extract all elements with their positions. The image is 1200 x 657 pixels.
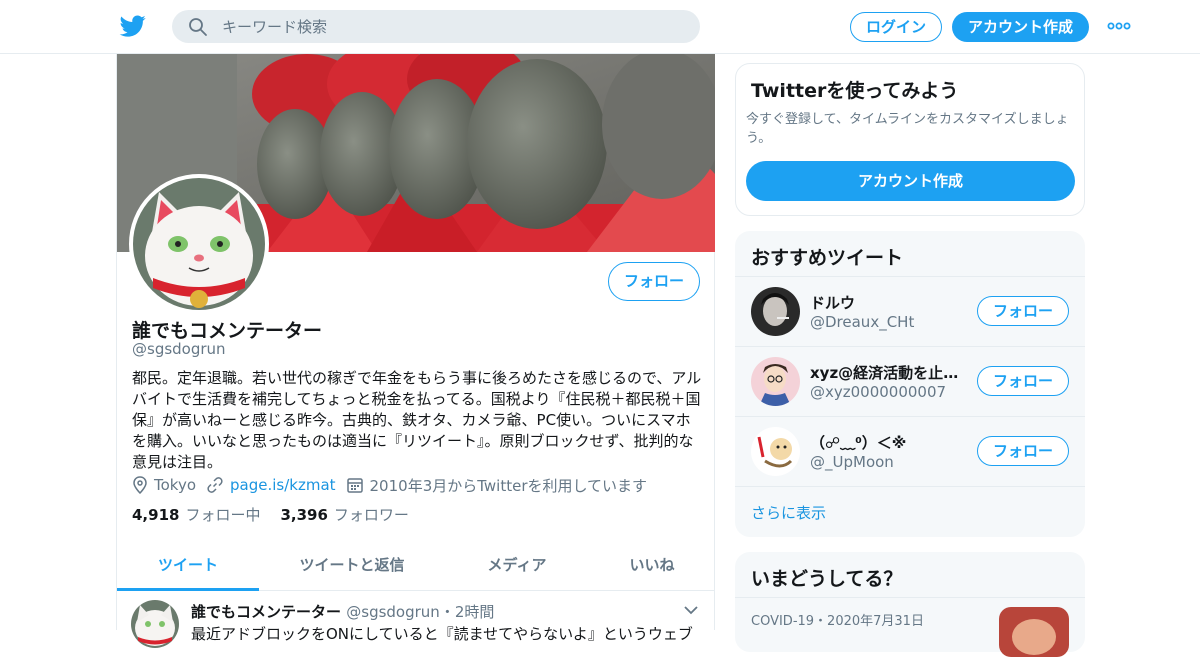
tab-likes[interactable]: いいね <box>589 542 715 591</box>
recommended-account-row[interactable]: ドルウ @Dreaux_CHt フォロー <box>735 276 1085 346</box>
signup-button[interactable]: アカウント作成 <box>952 12 1089 42</box>
follow-button[interactable]: フォロー <box>977 296 1069 326</box>
recommended-name[interactable]: xyz@経済活動を止めるな <box>810 362 970 383</box>
divider <box>735 486 1085 487</box>
recommended-account-row[interactable]: xyz@経済活動を止めるな @xyz0000000007 フォロー <box>735 346 1085 416</box>
search-input[interactable] <box>222 10 682 43</box>
signup-card: Twitterを使ってみよう 今すぐ登録して、タイムラインをカスタマイズしましょ… <box>735 63 1085 216</box>
recommended-name[interactable]: ドルウ <box>810 292 970 313</box>
user-avatar-image <box>751 357 800 406</box>
lucky-cat-avatar-image <box>131 600 179 648</box>
recommended-avatar[interactable] <box>751 287 800 336</box>
follow-button[interactable]: フォロー <box>977 436 1069 466</box>
profile-avatar[interactable] <box>129 174 269 314</box>
trend-item-meta[interactable]: COVID-19・2020年7月31日 <box>751 610 924 629</box>
location-text: Tokyo <box>154 476 196 494</box>
joined-item: 2010年3月からTwitterを利用しています <box>346 475 648 496</box>
tab-media[interactable]: メディア <box>445 542 589 591</box>
followers-count: 3,396 <box>280 506 328 524</box>
following-stat[interactable]: 4,918 フォロー中 <box>132 504 260 525</box>
profile-handle: @sgsdogrun <box>132 340 226 358</box>
recommended-handle: @Dreaux_CHt <box>810 313 915 331</box>
trend-item-image[interactable] <box>999 607 1069 657</box>
calendar-icon <box>346 478 363 493</box>
joined-text: 2010年3月からTwitterを利用しています <box>369 476 648 495</box>
twitter-bird-icon[interactable] <box>119 13 147 39</box>
url-item: page.is/kzmat <box>206 476 336 494</box>
signup-card-title: Twitterを使ってみよう <box>751 80 959 102</box>
followers-stat[interactable]: 3,396 フォロワー <box>280 504 408 525</box>
profile-column: フォロー 誰でもコメンテーター @sgsdogrun 都民。定年退職。若い世代の… <box>116 54 715 648</box>
tweet-author-name: 誰でもコメンテーター <box>191 603 342 621</box>
tweet-author[interactable]: 誰でもコメンテーター @sgsdogrun・2時間 <box>191 601 494 622</box>
followers-label: フォロワー <box>333 506 409 524</box>
recommended-avatar[interactable] <box>751 357 800 406</box>
recommended-handle: @_UpMoon <box>810 453 894 471</box>
search-icon <box>189 18 207 36</box>
tweet-text: 最近アドブロックをONにしていると『読ませてやらないよ』というウェブ <box>191 625 693 643</box>
recommended-handle: @xyz0000000007 <box>810 383 947 401</box>
trend-thumbnail-image <box>999 607 1069 657</box>
recommended-title: おすすめツイート <box>751 247 904 269</box>
follow-button[interactable]: フォロー <box>608 262 700 301</box>
recommended-avatar[interactable] <box>751 427 800 476</box>
chevron-down-icon[interactable] <box>683 604 699 616</box>
tweet-avatar[interactable] <box>131 600 179 648</box>
more-options-icon[interactable] <box>1107 18 1131 34</box>
recommended-account-row[interactable]: （☍﹏⁰）＜※ @_UpMoon フォロー <box>735 416 1085 486</box>
profile-tabs: ツイート ツイートと返信 メディア いいね <box>117 542 715 591</box>
profile-url-link[interactable]: page.is/kzmat <box>230 476 336 494</box>
user-avatar-image <box>751 287 800 336</box>
lucky-cat-avatar-image <box>133 178 265 310</box>
recommended-name[interactable]: （☍﹏⁰）＜※ <box>810 432 970 453</box>
profile-name: 誰でもコメンテーター <box>132 320 323 342</box>
signup-card-description: 今すぐ登録して、タイムラインをカスタマイズしましょう。 <box>746 112 1069 146</box>
search-box[interactable] <box>172 10 700 43</box>
following-label: フォロー中 <box>185 506 261 524</box>
tab-tweets-and-replies[interactable]: ツイートと返信 <box>259 542 445 591</box>
location-pin-icon <box>133 476 147 494</box>
signup-card-button[interactable]: アカウント作成 <box>746 161 1075 201</box>
divider <box>735 597 1085 598</box>
tweet-time[interactable]: ・2時間 <box>440 603 495 621</box>
user-avatar-image <box>751 427 800 476</box>
profile-stats: 4,918 フォロー中 3,396 フォロワー <box>132 504 429 525</box>
profile-bio: 都民。定年退職。若い世代の稼ぎで年金をもらう事に後ろめたさを感じるので、アルバイ… <box>132 369 702 471</box>
top-navigation-bar: ログイン アカウント作成 <box>0 0 1200 54</box>
tweet-author-handle: @sgsdogrun <box>346 603 440 621</box>
link-icon <box>207 477 223 493</box>
location-item: Tokyo <box>132 476 196 494</box>
trends-card: いまどうしてる？ COVID-19・2020年7月31日 <box>735 552 1085 657</box>
trends-title: いまどうしてる？ <box>751 568 903 590</box>
tweet-item[interactable]: 誰でもコメンテーター @sgsdogrun・2時間 最近アドブロックをONにして… <box>117 592 715 648</box>
profile-meta: Tokyo page.is/kzmat 2010年3月からTwitterを利用し… <box>132 474 657 496</box>
login-button[interactable]: ログイン <box>850 12 942 42</box>
show-more-link[interactable]: さらに表示 <box>751 502 826 523</box>
tab-tweets[interactable]: ツイート <box>117 542 259 591</box>
follow-button[interactable]: フォロー <box>977 366 1069 396</box>
recommended-accounts-card: おすすめツイート ドルウ @Dreaux_CHt フォロー xyz@経済活動を止… <box>735 231 1085 537</box>
following-count: 4,918 <box>132 506 180 524</box>
